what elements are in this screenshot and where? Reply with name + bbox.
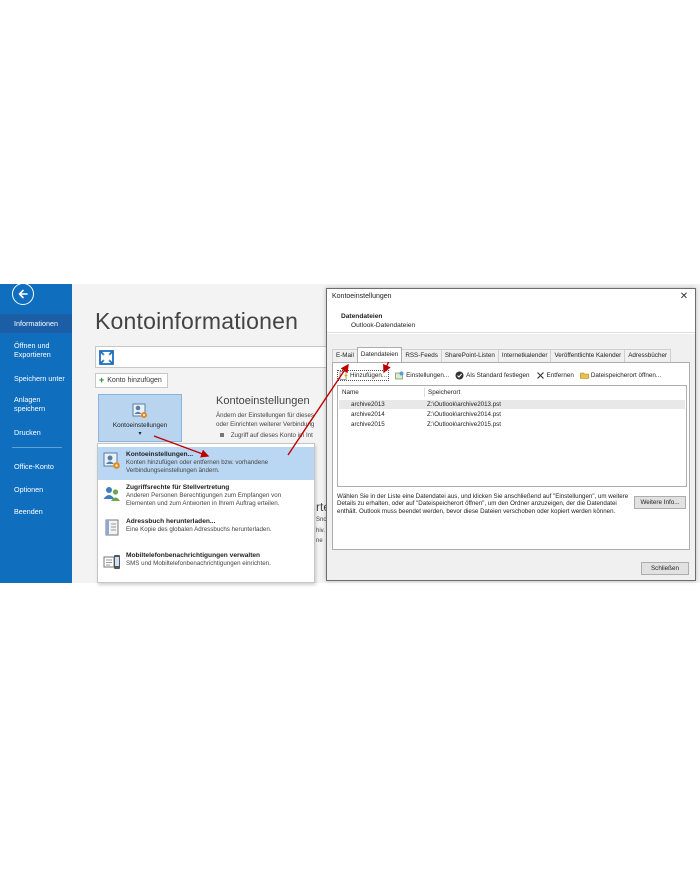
tab-internetkalender[interactable]: Internetkalender <box>497 349 552 362</box>
dialog-header: Datendateien Outlook-Datendateien <box>327 305 695 333</box>
sidebar-item-beenden[interactable]: Beenden <box>0 507 72 516</box>
remove-button[interactable]: Entfernen <box>536 371 574 380</box>
file-path: Z:\Outlook\archive2015.pst <box>427 421 501 428</box>
file-name: archive2015 <box>351 421 385 428</box>
menu-item-account-settings[interactable]: Kontoeinstellungen... Konten hinzufügen … <box>98 447 314 480</box>
menu-item-title: Adressbuch herunterladen... <box>126 518 216 525</box>
account-settings-tile[interactable]: Kontoeinstellungen ▾ <box>98 394 182 442</box>
account-access-bullet: Zugriff auf dieses Konto im Int <box>220 432 313 440</box>
people-icon <box>103 487 120 501</box>
menu-item-description: Anderen Personen Berechtigungen zum Empf… <box>126 492 282 507</box>
remove-button-label: Entfernen <box>546 371 574 379</box>
tab-adressbuecher[interactable]: Adressbücher <box>624 349 672 362</box>
file-name: archive2013 <box>351 401 385 408</box>
menu-item-mobile-notifications[interactable]: Mobiltelefonbenachrichtigungen verwalten… <box>98 548 314 581</box>
address-book-icon <box>105 519 119 536</box>
page-title: Kontoinformationen <box>95 308 299 334</box>
account-selector[interactable] <box>95 346 331 368</box>
sidebar-item-informationen[interactable]: Informationen <box>0 314 72 333</box>
account-settings-heading: Kontoeinstellungen <box>216 395 310 407</box>
file-path: Z:\Outlook\archive2014.pst <box>427 411 501 418</box>
menu-item-description: Eine Kopie des globalen Adressbuchs heru… <box>126 526 272 533</box>
data-files-table: Name Speicherort archive2013 Z:\Outlook\… <box>337 385 687 487</box>
table-row[interactable]: archive2015 Z:\Outlook\archive2015.pst <box>339 420 685 429</box>
datendateien-panel: Hinzufügen... Einstellungen... Als Stand… <box>332 362 690 550</box>
sidebar-item-optionen[interactable]: Optionen <box>0 485 72 494</box>
sidebar-item-anlagen-speichern[interactable]: Anlagen speichern <box>0 395 58 413</box>
sidebar-item-drucken[interactable]: Drucken <box>0 428 72 437</box>
close-button[interactable]: Schließen <box>641 562 689 575</box>
menu-item-title: Kontoeinstellungen... <box>126 451 194 458</box>
backstage-sidebar: Informationen Öffnen und Exportieren Spe… <box>0 284 72 583</box>
file-path: Z:\Outlook\archive2013.pst <box>427 401 501 408</box>
remove-icon <box>536 371 544 379</box>
file-name: archive2014 <box>351 411 385 418</box>
partial-text-fragment-3: ne <box>316 538 323 544</box>
menu-item-description: SMS und Mobiltelefonbenachrichtigungen e… <box>126 560 271 567</box>
open-file-location-label: Dateispeicherort öffnen... <box>590 371 662 379</box>
account-settings-description-2: oder Einrichten weiterer Verbindung <box>216 421 315 428</box>
sidebar-item-oeffnen-exportieren[interactable]: Öffnen und Exportieren <box>0 341 68 359</box>
chevron-down-icon: ▾ <box>138 431 142 437</box>
set-default-button[interactable]: Als Standard festlegen <box>455 371 530 380</box>
settings-button[interactable]: Einstellungen... <box>395 371 449 380</box>
data-files-toolbar: Hinzufügen... Einstellungen... Als Stand… <box>337 369 667 381</box>
folder-icon <box>580 372 589 379</box>
account-settings-dropdown: Kontoeinstellungen... Konten hinzufügen … <box>97 443 315 583</box>
settings-button-label: Einstellungen... <box>406 371 450 379</box>
dialog-header-subtitle: Outlook-Datendateien <box>351 322 416 329</box>
menu-item-title: Zugriffsrechte für Stellvertretung <box>126 484 230 491</box>
account-settings-icon <box>132 403 147 418</box>
tab-datendateien[interactable]: Datendateien <box>356 347 403 362</box>
dialog-tabs: E-Mail Datendateien RSS-Feeds SharePoint… <box>332 347 672 362</box>
exchange-icon <box>99 350 114 365</box>
tab-sharepoint-listen[interactable]: SharePoint-Listen <box>440 349 499 362</box>
close-icon[interactable]: ✕ <box>678 291 690 302</box>
column-header-location[interactable]: Speicherort <box>428 389 460 396</box>
back-button[interactable] <box>12 284 34 305</box>
set-default-button-label: Als Standard festlegen <box>466 371 530 379</box>
account-access-text: Zugriff auf dieses Konto im Int <box>230 432 313 439</box>
plus-icon: + <box>99 375 105 385</box>
menu-item-title: Mobiltelefonbenachrichtigungen verwalten <box>126 552 261 559</box>
account-settings-icon <box>103 452 120 469</box>
account-settings-dialog: Kontoeinstellungen ✕ Datendateien Outloo… <box>326 288 696 581</box>
add-button[interactable]: Hinzufügen... <box>337 369 390 381</box>
account-settings-tile-label: Kontoeinstellungen <box>112 422 168 429</box>
dialog-title: Kontoeinstellungen <box>332 293 392 300</box>
menu-item-download-address-book[interactable]: Adressbuch herunterladen... Eine Kopie d… <box>98 514 314 547</box>
settings-icon <box>395 371 404 379</box>
sidebar-item-speichern-unter[interactable]: Speichern unter <box>0 374 72 383</box>
dialog-header-title: Datendateien <box>341 313 383 320</box>
add-account-button[interactable]: + Konto hinzufügen <box>95 373 168 388</box>
add-account-label: Konto hinzufügen <box>107 377 162 384</box>
column-header-name[interactable]: Name <box>342 389 359 396</box>
add-file-icon <box>339 370 348 380</box>
account-settings-description-1: Ändern der Einstellungen für dieses <box>216 412 315 419</box>
add-button-label: Hinzufügen... <box>350 371 388 379</box>
tab-rss-feeds[interactable]: RSS-Feeds <box>401 349 442 362</box>
table-row[interactable]: archive2013 Z:\Outlook\archive2013.pst <box>339 400 685 409</box>
partial-text-fragment-2: hiv. <box>316 528 325 534</box>
arrow-left-circle-icon <box>18 289 28 299</box>
data-files-hint: Wählen Sie in der Liste eine Datendatei … <box>337 493 629 515</box>
sidebar-separator <box>12 447 62 448</box>
tab-email[interactable]: E-Mail <box>332 349 358 362</box>
bullet-icon <box>220 433 224 438</box>
table-row[interactable]: archive2014 Z:\Outlook\archive2014.pst <box>339 410 685 419</box>
column-divider <box>424 388 425 397</box>
mobile-phone-icon <box>103 555 120 569</box>
open-file-location-button[interactable]: Dateispeicherort öffnen... <box>580 371 661 380</box>
checkmark-icon <box>455 371 464 379</box>
menu-item-description: Konten hinzufügen oder entfernen bzw. vo… <box>126 459 269 474</box>
sidebar-item-office-konto[interactable]: Office-Konto <box>0 462 72 471</box>
tab-veroeffentlichte-kalender[interactable]: Veröffentlichte Kalender <box>550 349 626 362</box>
more-info-button[interactable]: Weitere Info... <box>634 496 686 509</box>
menu-item-delegate-access[interactable]: Zugriffsrechte für Stellvertretung Ander… <box>98 480 314 513</box>
dialog-body: E-Mail Datendateien RSS-Feeds SharePoint… <box>327 334 695 580</box>
partial-text-fragment-1: Snc <box>316 517 327 523</box>
